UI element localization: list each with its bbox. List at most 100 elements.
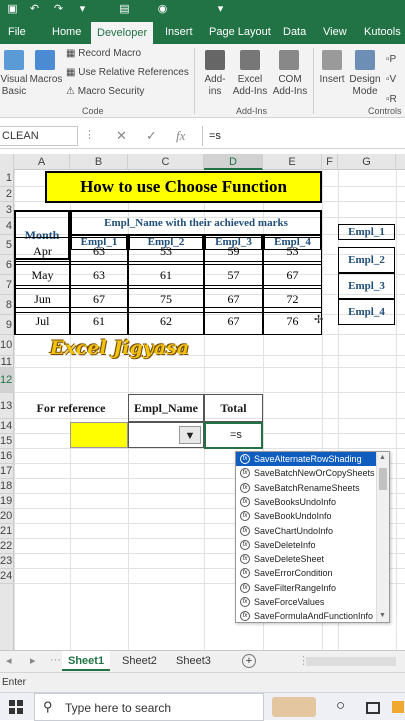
insert-control-button[interactable]: Insert: [316, 74, 348, 86]
row-header-15[interactable]: 15: [0, 434, 14, 449]
name-box[interactable]: CLEAN: [0, 126, 78, 146]
row-header-13[interactable]: 13: [0, 393, 14, 419]
scroll-down-icon[interactable]: ▼: [379, 612, 387, 620]
row-header-1[interactable]: 1: [0, 170, 14, 187]
row-header-3[interactable]: 3: [0, 202, 14, 218]
autocomplete-item[interactable]: fx SaveAlternateRowShading: [236, 452, 376, 467]
windows-start-icon[interactable]: [9, 700, 23, 714]
autocomplete-item[interactable]: fx SaveBookUndoInfo: [236, 509, 376, 523]
autocomplete-item[interactable]: fx SaveChartUndoInfo: [236, 524, 376, 538]
quick-tool-icon[interactable]: ▤: [118, 3, 131, 16]
tab-scroll-right-icon[interactable]: ▸: [30, 654, 36, 667]
tab-ellipsis-icon[interactable]: ⋯: [50, 653, 61, 666]
macro-security-button[interactable]: ⚠ Macro Security: [66, 86, 144, 98]
design-mode-button[interactable]: Design Mode: [348, 74, 382, 98]
row-header-22[interactable]: 22: [0, 539, 14, 554]
tab-data[interactable]: Data: [283, 20, 306, 44]
row-header-7[interactable]: 7: [0, 275, 14, 295]
com-addins-button[interactable]: COM Add-Ins: [270, 74, 310, 98]
row-header-24[interactable]: 24: [0, 569, 14, 584]
visual-basic-button[interactable]: Visual Basic: [0, 74, 28, 98]
empl-name-dropdown-cell[interactable]: ▼: [128, 422, 204, 448]
autocomplete-scroll-thumb[interactable]: [379, 468, 387, 490]
autocomplete-item[interactable]: fx SaveErrorCondition: [236, 566, 376, 580]
tab-kutools[interactable]: Kutools: [364, 20, 401, 44]
autocomplete-item[interactable]: fx SaveDeleteSheet: [236, 552, 376, 566]
autocomplete-item[interactable]: fx SaveFilterRangeInfo: [236, 581, 376, 595]
row-header-2[interactable]: 2: [0, 187, 14, 202]
function-autocomplete-list[interactable]: ▲ ▼ fx SaveAlternateRowShading fx SaveBatch…: [235, 451, 390, 623]
cancel-icon[interactable]: ✕: [116, 128, 127, 144]
function-icon: fx: [240, 611, 250, 622]
record-macro-button[interactable]: ▦ Record Macro: [66, 48, 141, 60]
taskbar-app-icon[interactable]: [366, 702, 380, 714]
namebox-dropdown-icon[interactable]: ⋮: [84, 128, 95, 141]
tab-home[interactable]: Home: [52, 20, 81, 44]
scroll-up-icon[interactable]: ▲: [379, 454, 387, 462]
autocomplete-scrollbar[interactable]: ▲ ▼: [376, 452, 389, 622]
file-explorer-icon[interactable]: [392, 701, 404, 713]
enter-icon[interactable]: ✓: [146, 128, 157, 144]
row-header-23[interactable]: 23: [0, 554, 14, 569]
row-header-11[interactable]: 11: [0, 356, 14, 368]
row-header-8[interactable]: 8: [0, 295, 14, 315]
column-header-f[interactable]: F: [322, 154, 338, 170]
dropdown-icon[interactable]: ▾: [214, 3, 227, 16]
row-header-6[interactable]: 6: [0, 255, 14, 275]
row-header-12[interactable]: 12: [0, 368, 14, 393]
row-header-18[interactable]: 18: [0, 479, 14, 494]
row-header-4[interactable]: 4: [0, 218, 14, 235]
addins-button[interactable]: Add- ins: [200, 74, 230, 98]
sheet-tab-sheet2[interactable]: Sheet2: [122, 651, 157, 671]
undo-icon[interactable]: ↶: [28, 3, 41, 16]
controls-small-icons[interactable]: ▫P ▫V ▫R: [386, 50, 404, 110]
camera-icon[interactable]: ◉: [156, 3, 169, 16]
tab-insert[interactable]: Insert: [165, 20, 193, 44]
relative-references-icon: ▦: [66, 67, 79, 78]
tab-file[interactable]: File: [8, 20, 26, 44]
column-header-a[interactable]: A: [14, 154, 70, 170]
relative-references-button[interactable]: ▦ Use Relative References: [66, 67, 189, 79]
row-header-19[interactable]: 19: [0, 494, 14, 509]
autocomplete-item[interactable]: fx SaveFormulaAndFunctionInfo: [236, 609, 376, 622]
row-header-17[interactable]: 17: [0, 464, 14, 479]
formula-input[interactable]: =s: [202, 126, 405, 146]
row-header-21[interactable]: 21: [0, 524, 14, 539]
search-highlight-image[interactable]: [272, 697, 316, 717]
column-header-d[interactable]: D: [204, 154, 263, 170]
sheet-tab-sheet3[interactable]: Sheet3: [176, 651, 211, 671]
column-header-b[interactable]: B: [70, 154, 128, 170]
row-header-14[interactable]: 14: [0, 419, 14, 434]
tab-view[interactable]: View: [323, 20, 347, 44]
row-header-9[interactable]: 9: [0, 315, 14, 335]
macros-button[interactable]: Macros: [28, 74, 64, 86]
row-header-5[interactable]: 5: [0, 235, 14, 255]
column-header-e[interactable]: E: [263, 154, 322, 170]
horizontal-scrollbar[interactable]: [306, 657, 396, 666]
row-header-10[interactable]: 10: [0, 335, 14, 356]
save-icon[interactable]: ▣: [6, 3, 19, 16]
task-view-icon[interactable]: ○: [336, 697, 345, 714]
excel-addins-button[interactable]: Excel Add-Ins: [230, 74, 270, 98]
column-header-c[interactable]: C: [128, 154, 204, 170]
autocomplete-item[interactable]: fx SaveBooksUndoInfo: [236, 495, 376, 509]
column-header-g[interactable]: G: [338, 154, 396, 170]
insert-function-icon[interactable]: fx: [176, 128, 185, 144]
redo-icon[interactable]: ↷: [52, 3, 65, 16]
tab-scroll-left-icon[interactable]: ◂: [6, 654, 12, 667]
active-cell-d12[interactable]: =s: [204, 422, 263, 449]
autocomplete-item[interactable]: fx SaveForceValues: [236, 595, 376, 609]
autocomplete-item[interactable]: fx SaveDeleteInfo: [236, 538, 376, 552]
row-header-20[interactable]: 20: [0, 509, 14, 524]
customize-icon[interactable]: ▾: [76, 3, 89, 16]
tab-developer[interactable]: Developer: [91, 22, 154, 44]
dropdown-arrow-icon[interactable]: ▼: [179, 426, 201, 444]
row-header-16[interactable]: 16: [0, 449, 14, 464]
taskbar-search-box[interactable]: ⚲ Type here to search: [34, 693, 264, 721]
autocomplete-item[interactable]: fx SaveBatchNewOrCopySheets: [236, 466, 376, 480]
tab-page-layout[interactable]: Page Layout: [209, 20, 271, 44]
autocomplete-item[interactable]: fx SaveBatchRenameSheets: [236, 481, 376, 495]
select-all-corner[interactable]: [0, 154, 14, 170]
sheet-tab-sheet1[interactable]: Sheet1: [62, 651, 111, 671]
add-sheet-button[interactable]: +: [242, 654, 256, 668]
